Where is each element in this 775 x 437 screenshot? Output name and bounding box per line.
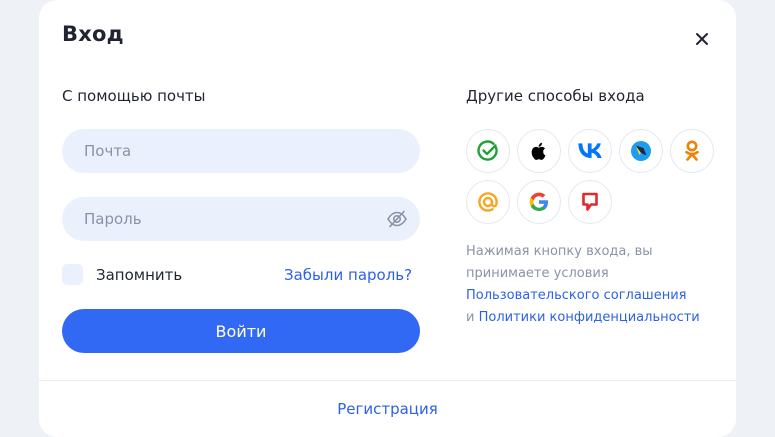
terms-intro: Нажимая кнопку входа, вы принимаете усло…	[466, 244, 653, 281]
google-icon	[529, 192, 548, 211]
remember-me-toggle[interactable]: Запомнить	[62, 264, 182, 285]
close-icon	[696, 33, 708, 45]
terms-notice: Нажимая кнопку входа, вы принимаете усло…	[466, 241, 731, 329]
login-dialog: Вход С помощью почты Запомнить Забыли па…	[39, 0, 736, 437]
remember-label: Запомнить	[96, 265, 183, 284]
mailru-icon	[478, 192, 498, 212]
register-link[interactable]: Регистрация	[39, 400, 736, 418]
remember-checkbox[interactable]	[62, 264, 83, 285]
tinkoff-id-button[interactable]	[619, 129, 663, 173]
ok-icon	[685, 140, 699, 161]
forgot-password-link[interactable]: Забыли пароль?	[284, 266, 412, 284]
password-input[interactable]	[62, 197, 420, 241]
terms-and: и	[466, 310, 475, 325]
vk-icon	[578, 143, 602, 158]
user-agreement-link[interactable]: Пользовательского соглашения	[466, 288, 686, 303]
password-field-wrapper	[62, 197, 420, 241]
eye-off-icon[interactable]	[386, 208, 408, 230]
privacy-policy-link[interactable]: Политики конфиденциальности	[479, 310, 700, 325]
sber-icon	[477, 140, 498, 161]
email-field-wrapper	[62, 129, 420, 173]
footer-divider	[39, 380, 736, 381]
google-button[interactable]	[517, 180, 561, 224]
sber-id-button[interactable]	[466, 129, 510, 173]
odnoklassniki-button[interactable]	[670, 129, 714, 173]
close-button[interactable]	[689, 26, 715, 52]
tid-icon	[631, 141, 651, 161]
email-input[interactable]	[62, 129, 420, 173]
login-button[interactable]: Войти	[62, 309, 420, 353]
email-login-heading: С помощью почты	[62, 87, 206, 105]
mail-ru-button[interactable]	[466, 180, 510, 224]
other-methods-heading: Другие способы входа	[466, 87, 645, 105]
apple-icon	[531, 142, 546, 160]
vk-button[interactable]	[568, 129, 612, 173]
dialog-title: Вход	[62, 22, 124, 46]
apple-button[interactable]	[517, 129, 561, 173]
red-flag-icon	[582, 192, 598, 211]
other-provider-button[interactable]	[568, 180, 612, 224]
